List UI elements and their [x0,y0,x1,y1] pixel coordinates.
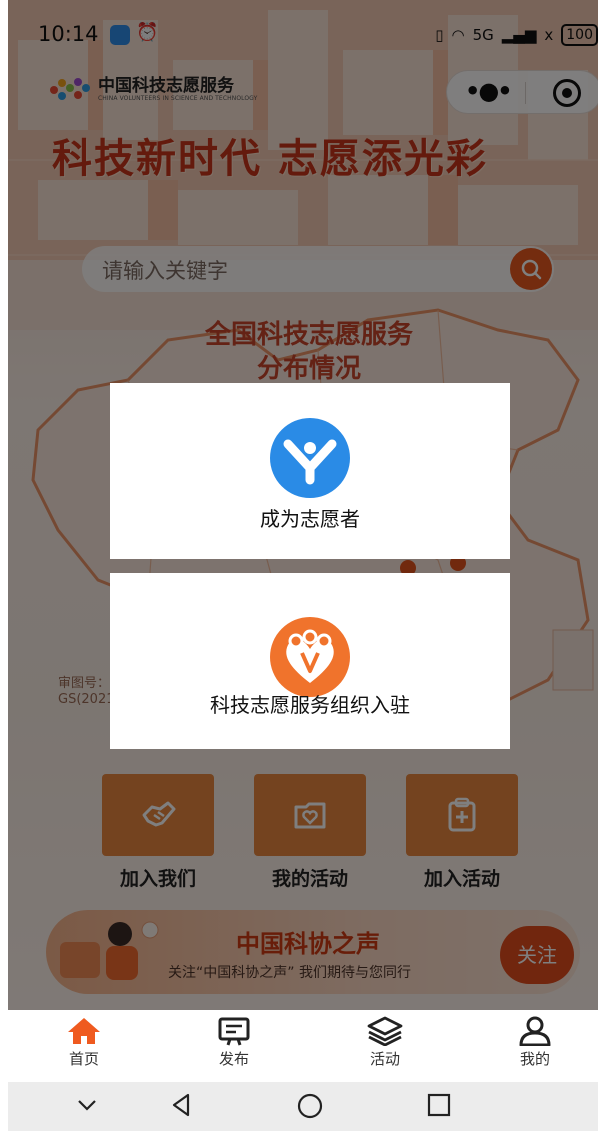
bottom-tab-bar: 首页 发布 活动 我的 [8,1010,598,1082]
publish-icon [218,1017,250,1046]
back-icon[interactable] [168,1092,194,1118]
system-navigation-bar [8,1082,598,1131]
hide-keyboard-icon[interactable] [74,1092,100,1118]
organization-icon [270,617,350,697]
home-icon [68,1018,100,1044]
tab-mine[interactable]: 我的 [495,1016,575,1069]
home-circle-icon[interactable] [296,1092,324,1120]
recent-apps-icon[interactable] [426,1092,452,1118]
org-registration-option[interactable]: 科技志愿服务组织入驻 [110,573,510,749]
tab-label: 发布 [218,1050,249,1068]
tab-label: 首页 [68,1050,99,1068]
tab-activities[interactable]: 活动 [345,1016,425,1069]
layers-icon [367,1016,403,1046]
user-icon [519,1016,551,1046]
become-volunteer-option[interactable]: 成为志愿者 [110,383,510,559]
tab-label: 活动 [369,1050,400,1068]
screen: 10:14 ⏰ ▯ ◠ 5G ▂▄▆ x 100 中国科技志愿服务 CH [0,0,602,1131]
tab-home[interactable]: 首页 [44,1016,124,1069]
org-registration-label: 科技志愿服务组织入驻 [210,693,410,717]
become-volunteer-label: 成为志愿者 [260,507,360,531]
tab-publish[interactable]: 发布 [194,1016,274,1069]
tab-label: 我的 [519,1050,550,1068]
volunteer-icon [270,418,350,498]
